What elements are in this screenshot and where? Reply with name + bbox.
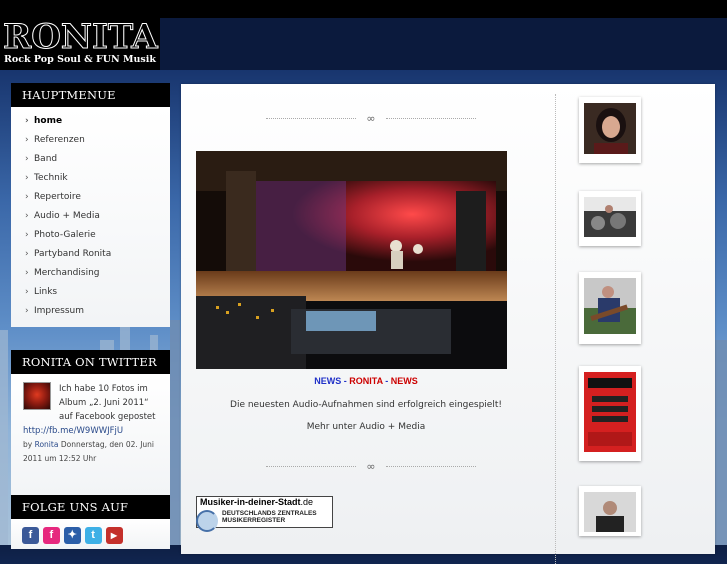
badge-tld: .de <box>300 497 314 507</box>
menu-item-technik[interactable]: › Technik <box>11 169 170 188</box>
photo-band-member <box>584 492 636 532</box>
tweet: Ich habe 10 Fotos im Album „2. Juni 2011… <box>11 374 170 496</box>
column-divider <box>555 94 556 564</box>
logo-title: RONITA <box>3 17 159 57</box>
news-heading-sep: - <box>382 376 391 386</box>
badge-site: Musiker-in-deiner-Stadt <box>200 497 301 507</box>
menu-item-audio-media[interactable]: › Audio + Media <box>11 207 170 226</box>
menu-item-label: Audio + Media <box>34 211 100 221</box>
tweet-by: by <box>23 440 33 449</box>
musiker-register-badge[interactable]: Musiker-in-deiner-Stadt.de DEUTSCHLANDS … <box>196 496 333 532</box>
chevron-right-icon: › <box>25 230 29 240</box>
menu-item-partyband-ronita[interactable]: › Partyband Ronita <box>11 245 170 264</box>
chevron-right-icon: › <box>25 287 29 297</box>
concert-stage-photo[interactable] <box>196 151 507 369</box>
twitter-heading: RONITA ON TWITTER <box>11 350 170 374</box>
chevron-right-icon: › <box>25 268 29 278</box>
news-text: Die neuesten Audio-Aufnahmen sind erfolg… <box>230 400 502 410</box>
badge-site-name: Musiker-in-deiner-Stadt.de <box>200 497 313 507</box>
chevron-right-icon: › <box>25 192 29 202</box>
myspace-icon[interactable]: ✦ <box>63 527 81 544</box>
badge-logo-icon <box>196 510 218 532</box>
main-menu-heading: HAUPTMENUE <box>11 83 170 107</box>
polaroid-photo[interactable] <box>579 486 641 536</box>
follow-heading: FOLGE UNS AUF <box>11 495 170 519</box>
photo-singer-portrait <box>584 103 636 154</box>
menu-item-repertoire[interactable]: › Repertoire <box>11 188 170 207</box>
menu-item-photo-galerie[interactable]: › Photo-Galerie <box>11 226 170 245</box>
main-menu-box: HAUPTMENUE › home › Referenzen › Band › Tech… <box>11 83 170 327</box>
chevron-right-icon: › <box>25 116 29 126</box>
menu-item-referenzen[interactable]: › Referenzen <box>11 131 170 150</box>
tweet-link[interactable]: http://fb.me/W9WWJFjU <box>23 426 123 436</box>
chevron-right-icon: › <box>25 154 29 164</box>
menu-item-impressum[interactable]: › Impressum <box>11 302 170 321</box>
photo-ronita-merch <box>584 372 636 452</box>
twitter-box: RONITA ON TWITTER Ich habe 10 Fotos im A… <box>11 350 170 496</box>
badge-line: DEUTSCHLANDS ZENTRALES <box>222 510 317 517</box>
photo-drummer <box>584 197 636 237</box>
tweet-author-link[interactable]: Ronita <box>35 440 59 449</box>
facebook-icon[interactable]: f <box>22 527 39 544</box>
menu-item-label: Technik <box>34 173 68 183</box>
knot-icon: ∞ <box>366 112 376 125</box>
menu-item-links[interactable]: › Links <box>11 283 170 302</box>
ornament-divider: ∞ <box>266 460 476 473</box>
menu-item-label: Links <box>34 287 58 297</box>
menu-item-label: Photo-Galerie <box>34 230 96 240</box>
menu-item-label: Referenzen <box>34 135 85 145</box>
polaroid-photo[interactable] <box>579 97 641 163</box>
polaroid-photo[interactable] <box>579 366 641 461</box>
menu-item-label: home <box>34 116 63 126</box>
main-menu: › home › Referenzen › Band › Technik › Repert… <box>11 107 170 327</box>
follow-box: FOLGE UNS AUF f f ✦ t ▶ <box>11 495 170 549</box>
flickr-icon[interactable]: f <box>42 527 60 544</box>
menu-item-label: Impressum <box>34 306 85 316</box>
chevron-right-icon: › <box>25 306 29 316</box>
main-content: ∞ NEWS - RONITA - NEWS Die neuesten Audi… <box>181 84 715 564</box>
photo-guitarist <box>584 278 636 334</box>
site-logo[interactable]: RONITA Rock Pop Soul & FUN Musik <box>0 18 160 70</box>
logo-subtitle: Rock Pop Soul & FUN Musik <box>4 54 156 65</box>
menu-item-band[interactable]: › Band <box>11 150 170 169</box>
ornament-divider: ∞ <box>266 112 476 125</box>
news-heading-part: NEWS <box>390 376 418 386</box>
polaroid-photo[interactable] <box>579 272 641 344</box>
polaroid-photo[interactable] <box>579 191 641 246</box>
news-more-link[interactable]: Mehr unter Audio + Media <box>181 422 551 432</box>
menu-item-home[interactable]: › home <box>11 112 170 131</box>
top-bar <box>0 0 727 18</box>
chevron-right-icon: › <box>25 135 29 145</box>
menu-item-label: Partyband Ronita <box>34 249 112 259</box>
menu-item-label: Merchandising <box>34 268 100 278</box>
news-heading: NEWS - RONITA - NEWS <box>181 376 551 386</box>
youtube-icon[interactable]: ▶ <box>105 527 123 544</box>
twitter-icon[interactable]: t <box>84 527 102 544</box>
badge-line: MUSIKERREGISTER <box>222 517 286 524</box>
menu-item-merchandising[interactable]: › Merchandising <box>11 264 170 283</box>
chevron-right-icon: › <box>25 173 29 183</box>
chevron-right-icon: › <box>25 249 29 259</box>
news-heading-part: RONITA <box>349 376 383 386</box>
avatar[interactable] <box>23 382 51 410</box>
knot-icon: ∞ <box>366 460 376 473</box>
news-heading-part: NEWS <box>314 376 342 386</box>
tweet-text: Ich habe 10 Fotos im Album „2. Juni 2011… <box>59 384 156 422</box>
menu-item-label: Repertoire <box>34 192 81 202</box>
chevron-right-icon: › <box>25 211 29 221</box>
menu-item-label: Band <box>34 154 58 164</box>
